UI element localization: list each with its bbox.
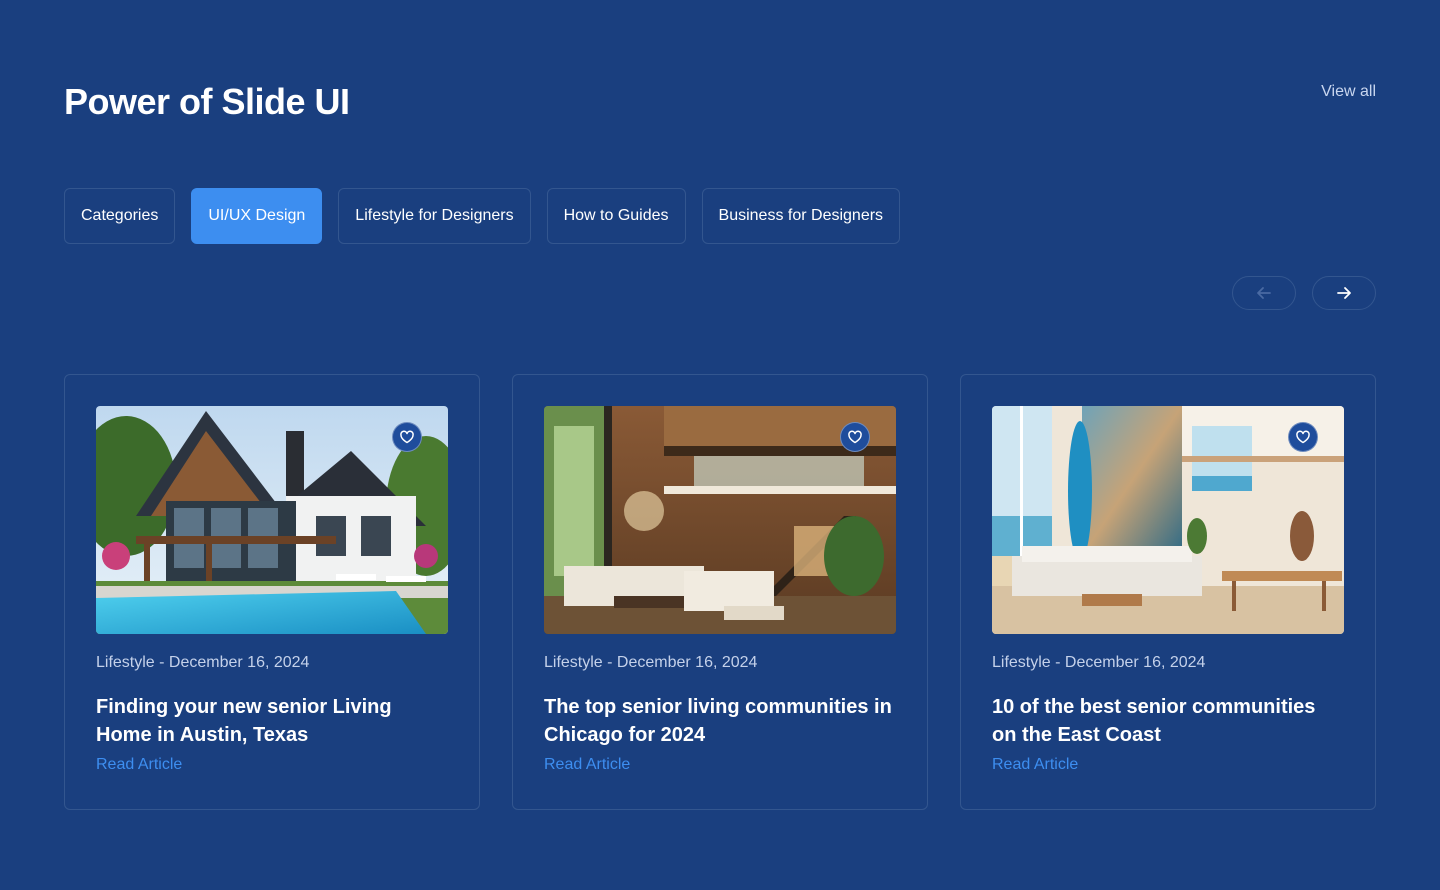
article-title[interactable]: 10 of the best senior communities on the… xyxy=(992,693,1344,749)
article-meta: Lifestyle - December 16, 2024 xyxy=(544,654,758,671)
heart-icon xyxy=(400,430,414,444)
view-all-link[interactable]: View all xyxy=(1321,82,1376,102)
favorite-button[interactable] xyxy=(392,422,422,452)
article-meta: Lifestyle - December 16, 2024 xyxy=(96,654,310,671)
read-article-link[interactable]: Read Article xyxy=(544,755,630,775)
article-card: Lifestyle - December 16, 2024 Finding yo… xyxy=(64,374,480,810)
category-tabs: Categories UI/UX Design Lifestyle for De… xyxy=(64,188,901,244)
article-card: Lifestyle - December 16, 2024 The top se… xyxy=(512,374,928,810)
article-title[interactable]: Finding your new senior Living Home in A… xyxy=(96,693,448,749)
favorite-button[interactable] xyxy=(1288,422,1318,452)
tab-ui-ux-design[interactable]: UI/UX Design xyxy=(191,188,323,244)
article-meta: Lifestyle - December 16, 2024 xyxy=(992,654,1206,671)
tab-lifestyle-for-designers[interactable]: Lifestyle for Designers xyxy=(338,188,531,244)
article-image[interactable] xyxy=(544,406,896,634)
article-image[interactable] xyxy=(96,406,448,634)
arrow-right-icon xyxy=(1337,287,1351,299)
arrow-left-icon xyxy=(1257,287,1271,299)
tab-categories[interactable]: Categories xyxy=(64,188,176,244)
tab-how-to-guides[interactable]: How to Guides xyxy=(546,188,686,244)
carousel-next-button[interactable] xyxy=(1312,276,1376,310)
read-article-link[interactable]: Read Article xyxy=(992,755,1078,775)
article-image[interactable] xyxy=(992,406,1344,634)
heart-icon xyxy=(848,430,862,444)
read-article-link[interactable]: Read Article xyxy=(96,755,182,775)
carousel-prev-button[interactable] xyxy=(1232,276,1296,310)
article-cards: Lifestyle - December 16, 2024 Finding yo… xyxy=(64,374,1376,810)
article-title[interactable]: The top senior living communities in Chi… xyxy=(544,693,896,749)
favorite-button[interactable] xyxy=(840,422,870,452)
tab-business-for-designers[interactable]: Business for Designers xyxy=(701,188,901,244)
page-title: Power of Slide UI xyxy=(64,81,350,122)
heart-icon xyxy=(1296,430,1310,444)
article-card: Lifestyle - December 16, 2024 10 of the … xyxy=(960,374,1376,810)
